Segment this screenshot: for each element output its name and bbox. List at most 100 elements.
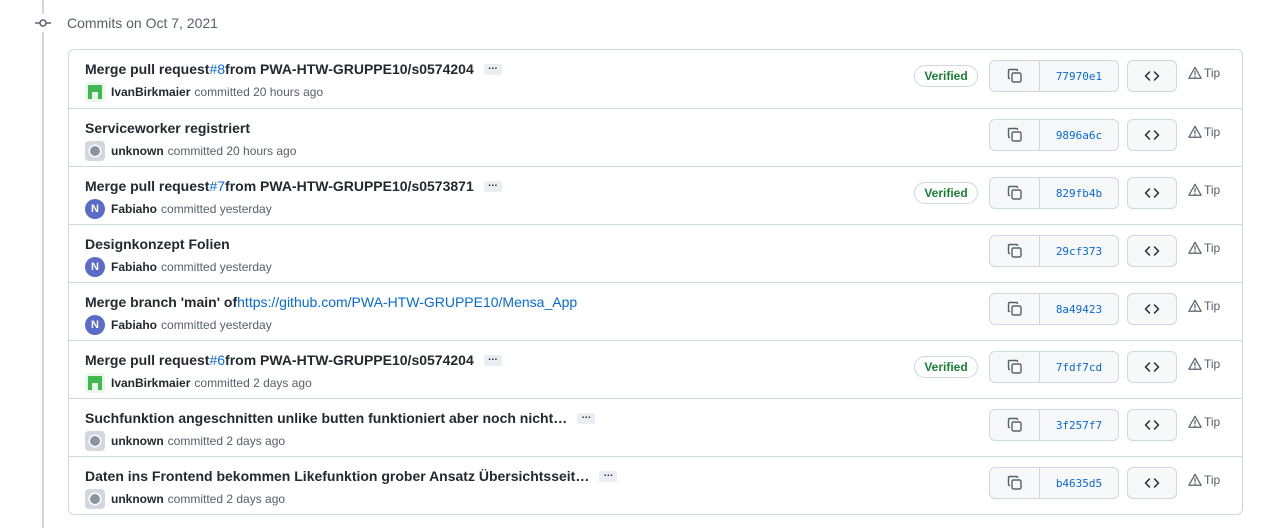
copy-sha-button[interactable] [990,178,1040,208]
verified-badge[interactable]: Verified [914,356,978,378]
copy-sha-button[interactable] [990,410,1040,440]
expand-message-button[interactable]: … [483,61,502,75]
commit-meta: IvanBirkmaier committed 2 days ago [85,373,312,393]
copy-sha-button[interactable] [990,236,1040,266]
browse-repo-button[interactable] [1127,293,1177,325]
commit-sha-link[interactable]: b4635d5 [1040,468,1118,498]
expand-message-button[interactable]: … [599,468,618,482]
copy-icon [1007,475,1023,491]
code-icon [1144,417,1160,433]
tip-button[interactable]: Tip [1188,299,1220,313]
tip-label: Tip [1204,125,1221,139]
sha-button-group: b4635d5 [989,467,1119,499]
verified-badge[interactable]: Verified [914,182,978,204]
browse-repo-button[interactable] [1127,467,1177,499]
commit-title-text[interactable]: Daten ins Frontend bekommen Likefunktion… [85,468,589,484]
commit-sha-link[interactable]: 7fdf7cd [1040,352,1118,382]
tip-label: Tip [1204,299,1221,313]
commit-title-text[interactable]: Serviceworker registriert [85,120,250,136]
alert-triangle-icon [1188,66,1204,80]
commit-group-header: Commits on Oct 7, 2021 [34,12,218,34]
commit-title-text[interactable]: Merge pull request [85,61,209,77]
code-icon [1144,127,1160,143]
issue-link[interactable]: #7 [209,178,225,194]
repo-link[interactable]: https://github.com/PWA-HTW-GRUPPE10/Mens… [237,294,577,310]
avatar[interactable] [85,431,105,451]
browse-repo-button[interactable] [1127,119,1177,151]
copy-sha-button[interactable] [990,294,1040,324]
tip-button[interactable]: Tip [1188,66,1220,80]
commit-list: Merge pull request #8 from PWA-HTW-GRUPP… [68,49,1243,515]
browse-repo-button[interactable] [1127,177,1177,209]
tip-button[interactable]: Tip [1188,125,1220,139]
commit-title-suffix[interactable]: from PWA-HTW-GRUPPE10/s0574204 [225,352,474,368]
alert-triangle-icon [1188,473,1204,487]
commit-title-suffix[interactable]: from PWA-HTW-GRUPPE10/s0573871 [225,178,474,194]
issue-link[interactable]: #6 [209,352,225,368]
commit-row: Merge branch 'main' of https://github.co… [69,282,1242,340]
tip-button[interactable]: Tip [1188,183,1220,197]
commit-title: Designkonzept Folien [85,236,230,252]
commit-author[interactable]: Fabiaho [111,202,157,216]
sha-button-group: 829fb4b [989,177,1119,209]
commit-author[interactable]: unknown [111,434,164,448]
commit-row: Merge pull request #6 from PWA-HTW-GRUPP… [69,340,1242,398]
commit-author[interactable]: IvanBirkmaier [111,376,190,390]
tip-label: Tip [1204,473,1221,487]
commit-title-text[interactable]: Suchfunktion angeschnitten unlike butten… [85,410,567,426]
copy-icon [1007,185,1023,201]
avatar[interactable]: N [85,315,105,335]
browse-repo-button[interactable] [1127,351,1177,383]
commit-sha-link[interactable]: 829fb4b [1040,178,1118,208]
avatar[interactable] [85,373,105,393]
avatar[interactable]: N [85,257,105,277]
commit-title-suffix[interactable]: from PWA-HTW-GRUPPE10/s0574204 [225,61,474,77]
commit-author[interactable]: unknown [111,144,164,158]
commit-meta: N Fabiaho committed yesterday [85,315,272,335]
commit-sha-link[interactable]: 8a49423 [1040,294,1118,324]
tip-button[interactable]: Tip [1188,241,1220,255]
commit-title-text[interactable]: Merge branch 'main' of [85,294,237,310]
commit-title-text[interactable]: Merge pull request [85,352,209,368]
commit-title-text[interactable]: Designkonzept Folien [85,236,230,252]
expand-message-button[interactable]: … [483,178,502,192]
alert-triangle-icon [1188,241,1204,255]
commit-sha-link[interactable]: 9896a6c [1040,120,1118,150]
code-icon [1144,68,1160,84]
copy-sha-button[interactable] [990,61,1040,91]
avatar[interactable] [85,489,105,509]
issue-link[interactable]: #8 [209,61,225,77]
browse-repo-button[interactable] [1127,60,1177,92]
browse-repo-button[interactable] [1127,409,1177,441]
commit-author[interactable]: Fabiaho [111,260,157,274]
copy-sha-button[interactable] [990,120,1040,150]
commit-meta: unknown committed 2 days ago [85,489,285,509]
verified-badge[interactable]: Verified [914,65,978,87]
expand-message-button[interactable]: … [483,352,502,366]
sha-button-group: 3f257f7 [989,409,1119,441]
sha-button-group: 9896a6c [989,119,1119,151]
copy-sha-button[interactable] [990,468,1040,498]
commit-author[interactable]: Fabiaho [111,318,157,332]
alert-triangle-icon [1188,125,1204,139]
copy-sha-button[interactable] [990,352,1040,382]
commit-sha-link[interactable]: 3f257f7 [1040,410,1118,440]
commit-title: Merge pull request #6 from PWA-HTW-GRUPP… [85,352,502,368]
avatar[interactable] [85,141,105,161]
sha-button-group: 77970e1 [989,60,1119,92]
commit-title-text[interactable]: Merge pull request [85,178,209,194]
expand-message-button[interactable]: … [577,410,596,424]
commit-meta: IvanBirkmaier committed 20 hours ago [85,82,323,102]
commit-row: Merge pull request #8 from PWA-HTW-GRUPP… [69,50,1242,108]
commit-sha-link[interactable]: 77970e1 [1040,61,1118,91]
tip-button[interactable]: Tip [1188,473,1220,487]
browse-repo-button[interactable] [1127,235,1177,267]
commit-sha-link[interactable]: 29cf373 [1040,236,1118,266]
tip-button[interactable]: Tip [1188,357,1220,371]
commit-author[interactable]: IvanBirkmaier [111,85,190,99]
tip-button[interactable]: Tip [1188,415,1220,429]
avatar[interactable]: N [85,199,105,219]
commit-author[interactable]: unknown [111,492,164,506]
copy-icon [1007,417,1023,433]
avatar[interactable] [85,82,105,102]
